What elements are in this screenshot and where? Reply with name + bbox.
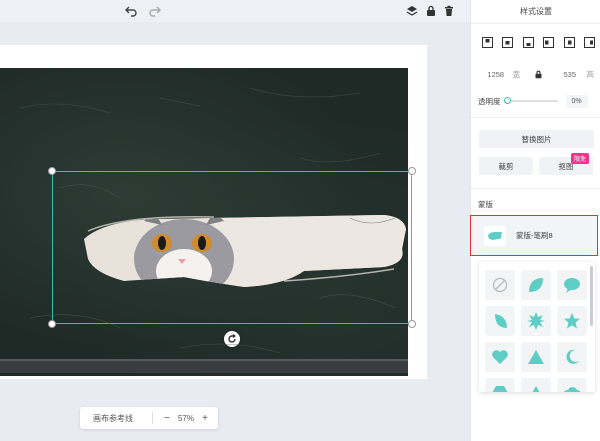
mask-leaf[interactable] — [521, 270, 551, 300]
current-mask-name: 蒙版-笔刷8 — [516, 231, 553, 240]
mask-half-moon[interactable] — [485, 306, 515, 336]
zoom-level: 57% — [177, 413, 194, 423]
resize-handle-bottom-right[interactable] — [408, 320, 416, 328]
crop-label: 裁剪 — [498, 161, 514, 171]
mask-grid-scrollbar[interactable] — [590, 266, 593, 326]
zoom-out-button[interactable]: − — [161, 413, 173, 424]
mask-none[interactable] — [485, 270, 515, 300]
opacity-control: 透明度 0% — [478, 94, 596, 108]
zoom-bar: 画布参考线 − 57% + — [80, 407, 218, 429]
star-icon — [564, 313, 580, 329]
align-bottom-icon[interactable] — [522, 36, 534, 48]
trash-icon[interactable] — [442, 4, 456, 18]
zoom-divider — [152, 412, 153, 424]
layers-icon[interactable] — [405, 4, 419, 18]
half-moon-icon — [495, 314, 507, 328]
redo-icon[interactable] — [148, 4, 162, 18]
mask-more-3[interactable] — [557, 378, 587, 392]
mask-section-label: 蒙版 — [478, 200, 493, 209]
mask-crescent[interactable] — [557, 342, 587, 372]
brush-mask-thumbnail — [484, 225, 506, 246]
align-left-icon[interactable] — [543, 36, 555, 48]
align-center-icon[interactable] — [563, 36, 575, 48]
current-mask-selector[interactable]: 蒙版-笔刷8 — [470, 215, 598, 256]
width-unit: 宽 — [512, 69, 521, 79]
height-input[interactable]: 535 — [555, 70, 585, 79]
cutout-button[interactable]: 抠图 限免 — [539, 153, 593, 175]
resize-handle-top-right[interactable] — [408, 167, 416, 175]
cloud-icon — [564, 387, 581, 392]
opacity-label: 透明度 — [478, 96, 501, 106]
align-toolbar — [481, 36, 596, 50]
divider — [471, 117, 600, 118]
hexagon-icon — [492, 386, 508, 392]
replace-image-button[interactable]: 替换图片 — [479, 130, 594, 148]
lock-icon[interactable] — [424, 4, 438, 18]
starburst-icon — [527, 312, 545, 330]
mask-triangle[interactable] — [521, 342, 551, 372]
top-toolbar — [0, 0, 470, 22]
align-middle-icon[interactable] — [502, 36, 514, 48]
mask-speech-bubble[interactable] — [557, 270, 587, 300]
align-right-icon[interactable] — [584, 36, 596, 48]
panel-title: 样式设置 — [471, 0, 600, 24]
leaf-shape-icon — [529, 278, 543, 292]
mask-heart[interactable] — [485, 342, 515, 372]
heart-icon — [492, 350, 508, 364]
no-mask-icon — [492, 277, 508, 293]
free-badge: 限免 — [570, 153, 589, 164]
speech-bubble-icon — [564, 278, 580, 293]
aspect-lock-icon[interactable] — [534, 70, 543, 79]
width-input[interactable]: 1258 — [481, 70, 511, 79]
undo-icon[interactable] — [124, 4, 138, 18]
crescent-icon — [566, 349, 579, 364]
opacity-slider-knob[interactable] — [503, 97, 511, 104]
chalkboard-image[interactable] — [0, 68, 408, 376]
opacity-slider[interactable] — [503, 97, 558, 104]
mask-star[interactable] — [557, 306, 587, 336]
zoom-in-button[interactable]: + — [199, 413, 211, 424]
canvas-guides-toggle[interactable]: 画布参考线 — [80, 413, 150, 424]
chalk-scratches — [19, 87, 396, 354]
opacity-value[interactable]: 0% — [565, 94, 588, 108]
mask-starburst[interactable] — [521, 306, 551, 336]
align-top-icon[interactable] — [481, 36, 493, 48]
triangle-icon — [528, 350, 544, 364]
crop-button[interactable]: 裁剪 — [479, 157, 533, 175]
height-unit: 高 — [586, 69, 595, 79]
mask-shape-grid — [479, 262, 595, 392]
mask-more-1[interactable] — [485, 378, 515, 392]
divider — [471, 188, 600, 189]
triangle-icon — [532, 386, 540, 392]
mask-more-2[interactable] — [521, 378, 551, 392]
size-controls: 1258 宽 535 高 — [481, 66, 596, 82]
